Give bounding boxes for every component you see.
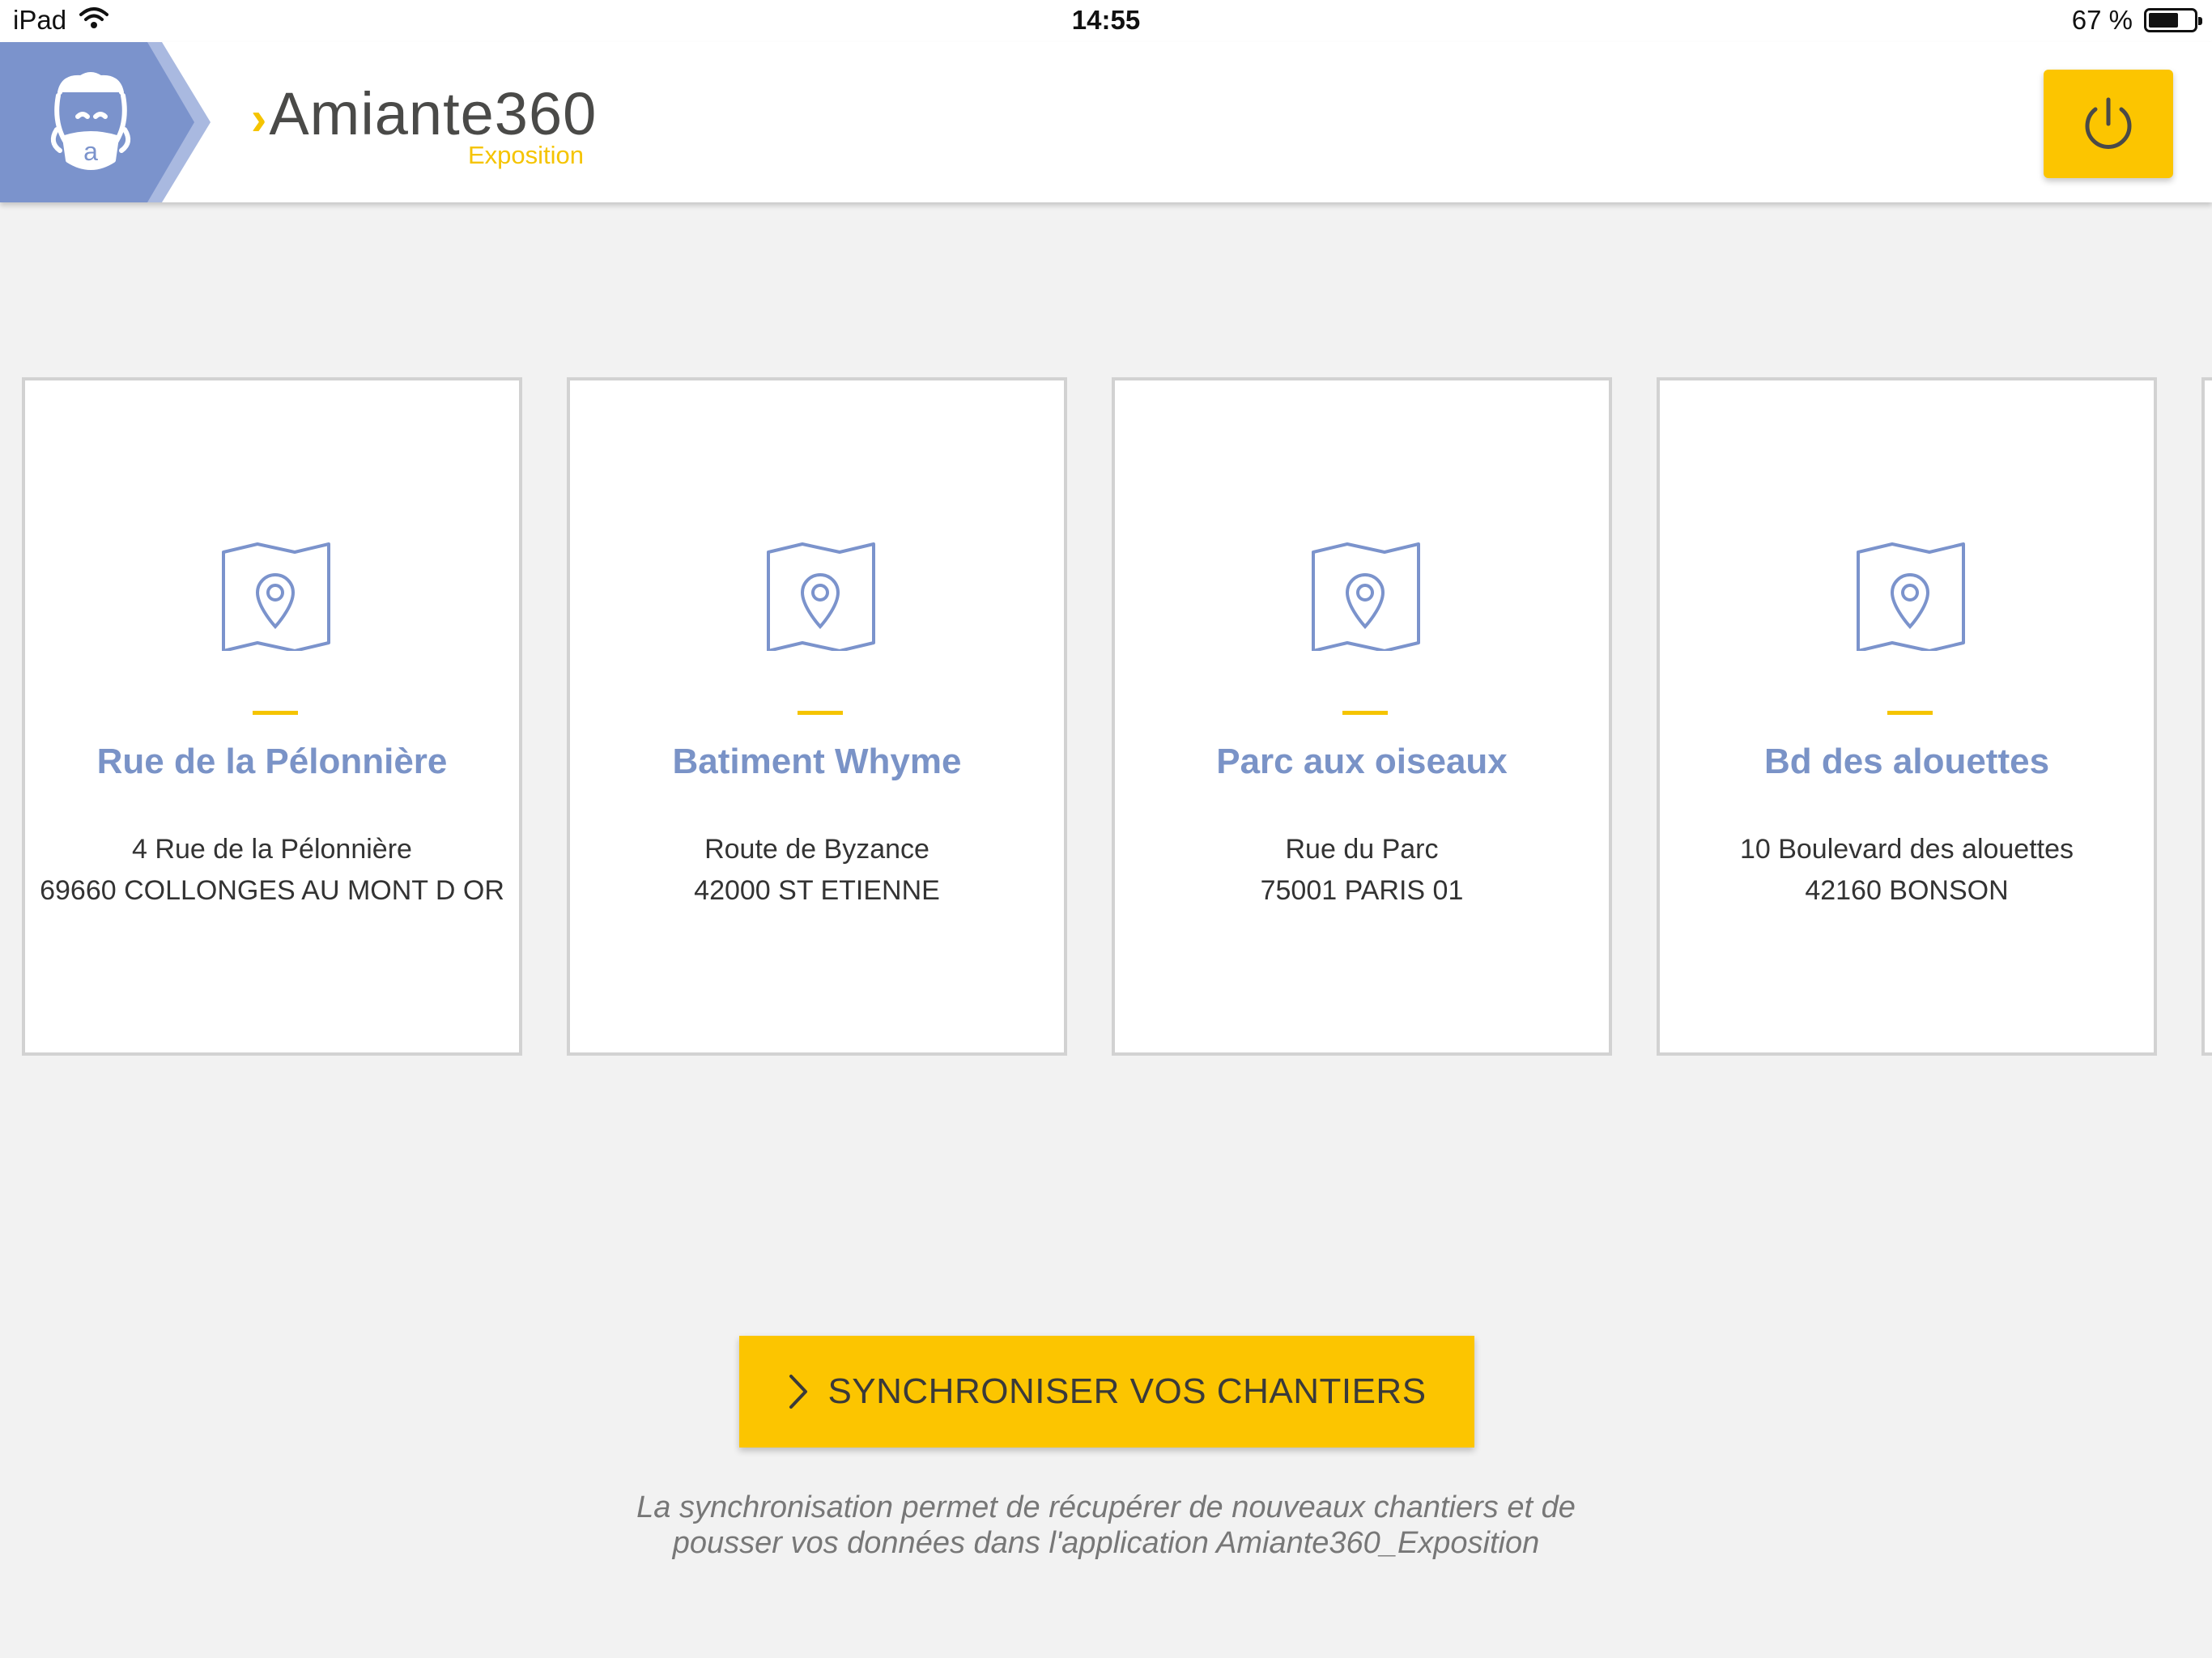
logo-subtitle: Exposition [468,141,585,169]
site-card[interactable]: Rue de la Pélonnière 4 Rue de la Pélonni… [22,377,522,1056]
title-accent-dash [253,711,298,715]
map-pin-icon [222,542,330,651]
logout-button[interactable] [2044,70,2173,178]
brand-badge: a [0,42,235,202]
app-logo: ›Amiante360 [251,84,597,144]
site-address: 10 Boulevard des alouettes 42160 BONSON [1660,829,2154,912]
site-address: Route de Byzance 42000 ST ETIENNE [570,829,1064,912]
site-address-line2: 75001 PARIS 01 [1260,875,1464,906]
site-card[interactable]: Bd des alouettes 10 Boulevard des alouet… [1657,377,2157,1056]
battery-icon [2144,8,2202,32]
status-bar-right: 67 % [2071,5,2202,36]
chevron-right-icon [789,1375,808,1409]
sync-help-line1: La synchronisation permet de récupérer d… [636,1490,1576,1524]
site-card[interactable]: Parc aux oiseaux Rue du Parc 75001 PARIS… [1112,377,1612,1056]
sync-button-label: SYNCHRONISER VOS CHANTIERS [827,1371,1427,1411]
site-address-line1: Rue du Parc [1285,834,1439,865]
map-pin-icon [1312,542,1420,651]
sync-help-line2: pousser vos données dans l'application A… [672,1526,1540,1560]
sync-help-text: La synchronisation permet de récupérer d… [0,1490,2212,1561]
map-pin-icon [767,542,875,651]
status-bar: iPad 14:55 67 % [0,0,2212,42]
logo-chevron-icon: › [251,92,268,145]
logo-main-text: Amiante360 [269,80,598,147]
map-pin-icon [1857,542,1965,651]
site-address-line1: 4 Rue de la Pélonnière [132,834,412,865]
power-icon [2085,97,2132,149]
svg-text:a: a [83,137,98,166]
clock: 14:55 [1071,5,1141,35]
site-address-line2: 42000 ST ETIENNE [694,875,940,906]
site-cards-carousel[interactable]: Rue de la Pélonnière 4 Rue de la Pélonni… [22,377,2212,1057]
site-card[interactable]: Batiment Whyme Route de Byzance 42000 ST… [567,377,1067,1056]
site-card-partial[interactable] [2201,377,2212,1056]
title-accent-dash [1887,711,1933,715]
site-title: Bd des alouettes [1763,742,2050,781]
title-accent-dash [1342,711,1388,715]
site-title: Rue de la Pélonnière [96,742,448,781]
site-address: Rue du Parc 75001 PARIS 01 [1115,829,1609,912]
battery-percentage: 67 % [2071,5,2133,35]
site-address-line2: 69660 COLLONGES AU MONT D OR [40,875,504,906]
site-address-line1: 10 Boulevard des alouettes [1739,834,2074,865]
site-address-line2: 42160 BONSON [1805,875,2009,906]
site-title: Batiment Whyme [672,742,962,781]
app-header: a ›Amiante360 Exposition [0,42,2212,202]
site-address: 4 Rue de la Pélonnière 69660 COLLONGES A… [25,829,519,912]
battery-fill [2149,13,2179,28]
site-title: Parc aux oiseaux [1216,742,1508,781]
sync-sites-button[interactable]: SYNCHRONISER VOS CHANTIERS [739,1336,1474,1448]
site-address-line1: Route de Byzance [704,834,929,865]
title-accent-dash [798,711,843,715]
